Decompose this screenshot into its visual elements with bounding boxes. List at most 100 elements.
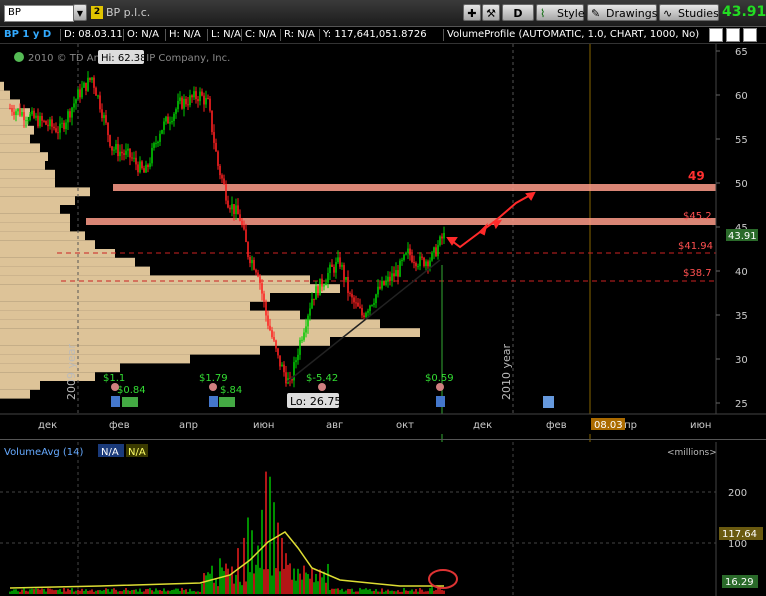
- candle-body: [181, 97, 183, 109]
- volume-bar: [309, 578, 311, 594]
- volume-bar: [335, 588, 337, 594]
- volume-bar: [159, 590, 161, 594]
- chart-info-bar: BP 1 y D D: 08.03.11 O: N/A H: N/A L: N/…: [0, 27, 766, 44]
- volume-bar: [375, 589, 377, 594]
- symbol-dropdown-button[interactable]: ▼: [73, 4, 87, 21]
- candle-body: [409, 248, 411, 256]
- candle-body: [313, 298, 315, 300]
- candle-body: [387, 276, 389, 281]
- dividend-icon[interactable]: [219, 397, 235, 407]
- info-icon[interactable]: [14, 52, 24, 62]
- volume-bar: [9, 591, 11, 594]
- phone-icon[interactable]: [111, 383, 119, 391]
- profile-bar: [0, 205, 60, 214]
- link-badge[interactable]: 2: [91, 6, 103, 19]
- candle-body: [261, 283, 263, 294]
- close-icon[interactable]: [743, 28, 757, 42]
- candle-body: [81, 87, 83, 98]
- volume-bar: [123, 589, 125, 594]
- candle-body: [227, 200, 229, 208]
- volume-bar: [261, 509, 263, 594]
- earnings-icon[interactable]: [111, 396, 120, 407]
- candle-body: [327, 273, 329, 283]
- candle-body: [385, 280, 387, 285]
- level-label-45: $45.2: [683, 211, 712, 222]
- style-button[interactable]: ⌇ Style: [536, 4, 585, 21]
- phone-icon[interactable]: [318, 383, 326, 391]
- candle-body: [257, 272, 259, 277]
- volume-bar: [205, 575, 207, 594]
- separator: [165, 29, 166, 41]
- settings-icon[interactable]: [709, 28, 723, 42]
- volume-bar: [29, 589, 31, 594]
- phone-icon[interactable]: [436, 383, 444, 391]
- volume-bar: [407, 590, 409, 594]
- candle-body: [271, 330, 273, 338]
- candle-body: [411, 255, 413, 263]
- company-name: BP p.l.c.: [106, 6, 151, 19]
- dividend-icon[interactable]: [122, 397, 138, 407]
- phone-icon[interactable]: [209, 383, 217, 391]
- candle-body: [51, 119, 53, 127]
- volume-profile-label[interactable]: VolumeProfile (AUTOMATIC, 1.0, CHART, 10…: [447, 29, 699, 40]
- volume-bar: [191, 591, 193, 594]
- candle-body: [255, 269, 257, 273]
- volume-bar: [433, 590, 435, 594]
- volume-bar: [273, 502, 275, 594]
- volume-bar: [397, 590, 399, 594]
- earnings-icon[interactable]: [209, 396, 218, 407]
- maximize-icon[interactable]: [726, 28, 740, 42]
- candle-body: [383, 280, 385, 285]
- dividend-label: $1.79: [199, 373, 228, 384]
- candle-body: [115, 144, 117, 150]
- open-value: O: N/A: [127, 29, 159, 40]
- volume-bar: [409, 590, 411, 594]
- profile-bar: [0, 389, 30, 399]
- candle-body: [143, 168, 145, 173]
- volume-bar: [125, 588, 127, 594]
- period-button[interactable]: D: [502, 4, 534, 21]
- tool-button-1[interactable]: ✚: [463, 4, 481, 21]
- volume-bar: [259, 567, 261, 594]
- earnings-icon[interactable]: [436, 396, 445, 407]
- candle-body: [361, 308, 363, 316]
- volume-bar: [287, 564, 289, 594]
- volume-bar: [131, 590, 133, 594]
- candle-body: [373, 303, 375, 305]
- symbol-input[interactable]: BP: [4, 5, 74, 22]
- candle-body: [359, 306, 361, 309]
- volume-bar: [289, 563, 291, 594]
- drawings-button[interactable]: ✎ Drawings: [587, 4, 657, 21]
- candle-body: [321, 278, 323, 287]
- candle-body: [439, 236, 441, 246]
- price-axis-label: 25: [735, 399, 748, 410]
- volume-bar: [331, 588, 333, 594]
- price-chart[interactable]: 49 $45.2 $41.94 $38.7 2010 © TD Ameritra…: [0, 43, 766, 596]
- question-icon[interactable]: [543, 396, 554, 408]
- chart-title[interactable]: BP 1 y D: [4, 29, 51, 40]
- profile-bar: [0, 354, 190, 364]
- candle-body: [77, 89, 79, 100]
- volume-bar: [81, 588, 83, 594]
- candle-body: [311, 298, 313, 309]
- tool-button-2[interactable]: ⚒: [482, 4, 500, 21]
- level-label-41: $41.94: [678, 241, 713, 252]
- price-axis-label: 40: [735, 267, 748, 278]
- volume-bar: [85, 589, 87, 594]
- candle-body: [349, 292, 351, 294]
- volume-bar: [337, 588, 339, 594]
- volume-bar: [373, 590, 375, 594]
- candle-body: [191, 95, 193, 98]
- candle-body: [133, 157, 135, 159]
- dividend-label: $-5.42: [306, 373, 338, 384]
- candle-body: [273, 337, 275, 341]
- candle-body: [319, 278, 321, 296]
- candle-body: [75, 99, 77, 104]
- candle-body: [107, 122, 109, 136]
- candle-body: [9, 108, 11, 110]
- volume-bar: [311, 568, 313, 594]
- pencil-icon: ✎: [591, 7, 601, 20]
- studies-button[interactable]: ∿ Studies: [659, 4, 719, 21]
- volume-study-label[interactable]: VolumeAvg (14): [4, 447, 84, 458]
- candle-body: [237, 205, 239, 215]
